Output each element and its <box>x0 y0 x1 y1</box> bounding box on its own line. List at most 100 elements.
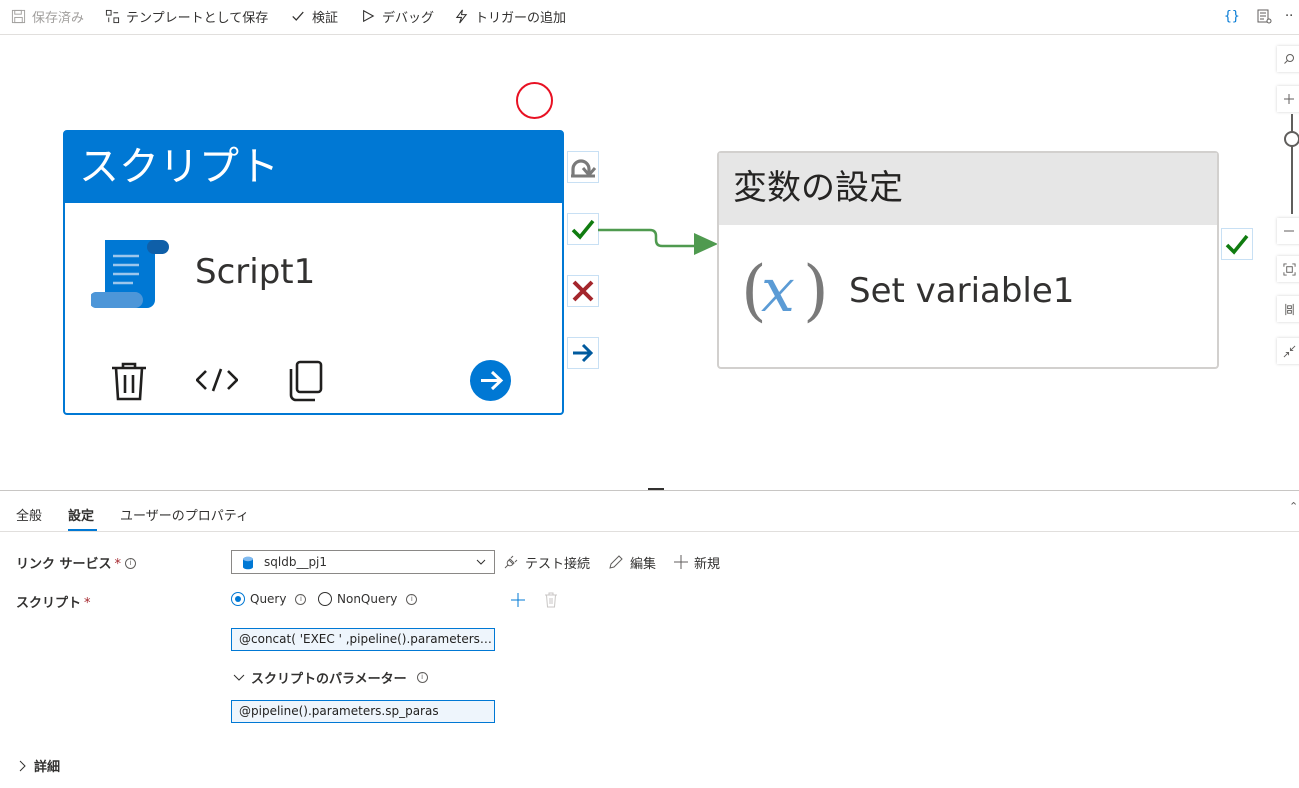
validate-label: 検証 <box>312 10 339 26</box>
advanced-label: 詳細 <box>34 760 61 775</box>
view-code-button[interactable] <box>196 368 238 392</box>
tabs-divider <box>0 531 1299 532</box>
validate-button[interactable]: 検証 <box>290 6 338 26</box>
zoom-out-button[interactable] <box>1277 218 1299 244</box>
tab-user-properties[interactable]: ユーザーのプロパティ <box>120 505 249 524</box>
completion-arrow-icon <box>573 343 594 363</box>
save-icon <box>10 8 26 24</box>
play-icon <box>360 8 376 24</box>
set-variable-activity-type: 変数の設定 <box>719 153 1217 225</box>
radio-query[interactable]: Query i <box>231 592 307 606</box>
linked-service-label: リンク サービス * i <box>16 553 137 572</box>
save-as-template-button[interactable]: テンプレートとして保存 <box>104 6 268 26</box>
properties-button[interactable] <box>1256 6 1272 26</box>
script-label: スクリプト * <box>16 592 91 611</box>
edit-linked-service-button[interactable]: 編集 <box>608 552 656 572</box>
more-button[interactable]: ·· <box>1285 6 1293 26</box>
script-parameters-toggle[interactable]: スクリプトのパラメーター i <box>233 668 428 687</box>
script-icon <box>91 234 169 308</box>
info-icon: i <box>416 672 428 683</box>
tab-general[interactable]: 全般 <box>16 505 42 524</box>
info-icon: i <box>406 593 418 605</box>
plug-icon <box>504 555 518 569</box>
add-trigger-button[interactable]: トリガーの追加 <box>453 6 566 26</box>
radio-query-circle[interactable] <box>231 592 245 606</box>
search-canvas-button[interactable] <box>1277 46 1299 72</box>
test-connection-button[interactable]: テスト接続 <box>503 552 590 572</box>
code-view-button[interactable]: {} <box>1224 6 1240 26</box>
on-failure-button[interactable] <box>567 275 599 307</box>
on-completion-button[interactable] <box>567 337 599 369</box>
radio-nonquery-circle[interactable] <box>318 592 332 606</box>
edit-label: 編集 <box>630 556 657 572</box>
braces-icon: {} <box>1224 8 1240 24</box>
variable-x-icon: ( x ) <box>741 249 831 329</box>
plus-icon <box>674 555 688 569</box>
new-label: 新規 <box>694 556 721 572</box>
tab-settings[interactable]: 設定 <box>68 505 94 524</box>
skip-icon <box>571 159 597 178</box>
copy-icon <box>289 360 323 402</box>
plus-icon <box>1284 94 1294 104</box>
svg-text:x: x <box>761 256 795 326</box>
linked-service-value: sqldb__pj1 <box>264 555 328 569</box>
advanced-toggle[interactable]: 詳細 <box>18 756 60 775</box>
debug-button[interactable]: デバッグ <box>360 6 434 26</box>
svg-text:): ) <box>803 252 829 329</box>
success-connector[interactable] <box>598 226 722 260</box>
search-icon <box>1284 54 1294 64</box>
lightning-icon <box>453 8 469 24</box>
clone-activity-button[interactable] <box>286 360 324 402</box>
required-marker: * <box>114 557 122 572</box>
delete-activity-button[interactable] <box>109 360 149 402</box>
collapse-panel-icon[interactable]: ⌃ <box>1289 500 1298 513</box>
delete-script-button[interactable] <box>544 592 558 608</box>
add-trigger-label: トリガーの追加 <box>475 10 567 26</box>
code-icon <box>196 368 238 392</box>
trash-icon <box>112 362 146 401</box>
save-as-template-label: テンプレートとして保存 <box>126 10 269 26</box>
collapse-button[interactable] <box>1277 338 1299 364</box>
linked-service-dropdown[interactable]: sqldb__pj1 <box>231 550 495 574</box>
more-label: ·· <box>1285 8 1294 24</box>
info-icon: i <box>295 593 307 605</box>
success-check-icon <box>571 219 595 240</box>
zoom-slider-track[interactable] <box>1291 114 1293 214</box>
chevron-down-icon <box>476 558 486 566</box>
new-linked-service-button[interactable]: 新規 <box>674 552 720 572</box>
radio-nonquery-label: NonQuery <box>337 592 398 606</box>
panel-splitter[interactable] <box>0 490 1299 491</box>
chevron-right-icon <box>19 760 26 771</box>
add-script-button[interactable] <box>511 593 525 607</box>
auto-align-button[interactable] <box>1277 296 1299 322</box>
pencil-icon <box>609 555 623 569</box>
debug-label: デバッグ <box>382 10 435 26</box>
on-skip-button[interactable] <box>567 151 599 183</box>
zoom-in-button[interactable] <box>1277 86 1299 112</box>
script-parameters-label: スクリプトのパラメーター <box>251 672 407 687</box>
script-text-input[interactable]: @concat( 'EXEC ' ,pipeline().parameters.… <box>231 628 495 651</box>
splitter-grip[interactable] <box>648 488 664 490</box>
saved-button: 保存済み <box>10 6 84 26</box>
arrow-right-icon <box>481 370 504 391</box>
add-output-button[interactable] <box>470 360 511 401</box>
toolbar: 保存済み テンプレートとして保存 検証 デバッグ トリガーの追加 {} ·· <box>0 0 1299 32</box>
on-success-button[interactable] <box>567 213 599 245</box>
set-variable-activity-card[interactable]: 変数の設定 ( x ) Set variable1 <box>717 151 1219 369</box>
radio-nonquery[interactable]: NonQuery i <box>318 592 418 606</box>
radio-query-label: Query <box>250 592 287 606</box>
annotation-circle <box>516 82 553 119</box>
set-variable-success-button[interactable] <box>1221 228 1253 260</box>
minus-icon <box>1284 230 1294 232</box>
chevron-down-icon <box>233 674 245 681</box>
saved-label: 保存済み <box>32 10 85 26</box>
toolbar-divider <box>0 34 1299 35</box>
zoom-slider-thumb[interactable] <box>1284 131 1299 147</box>
info-icon: i <box>125 558 137 569</box>
zoom-to-fit-button[interactable] <box>1277 256 1299 282</box>
set-variable-activity-name: Set variable1 <box>849 271 1075 311</box>
script-activity-name: Script1 <box>195 252 316 292</box>
script-parameter-input[interactable]: @pipeline().parameters.sp_paras <box>231 700 495 723</box>
template-icon <box>104 8 120 24</box>
script-activity-card[interactable]: スクリプト Script1 <box>63 130 564 415</box>
